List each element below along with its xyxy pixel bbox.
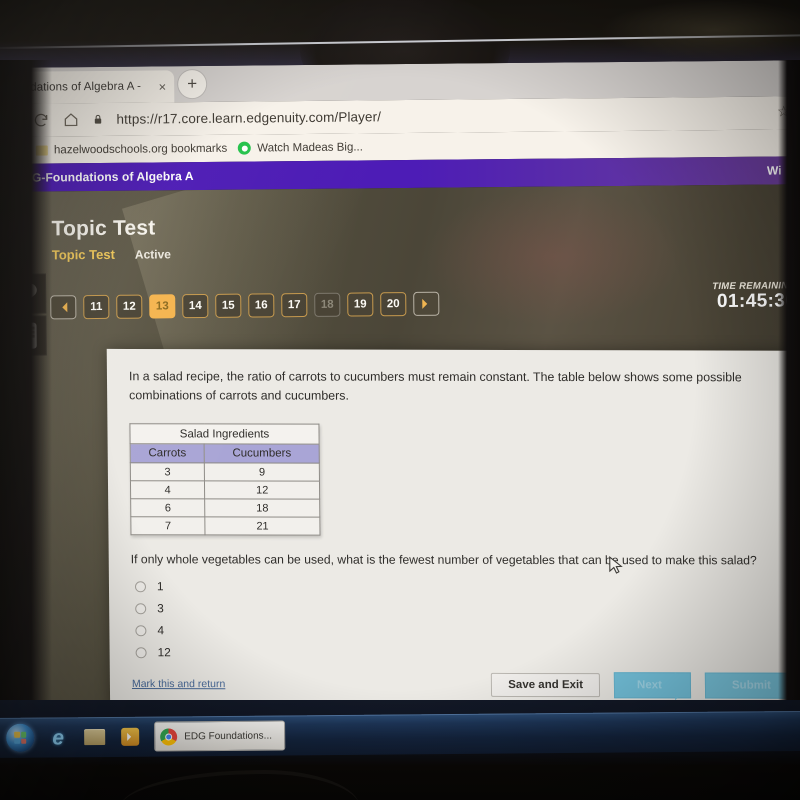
prev-question-button[interactable] [50,295,77,320]
screen-glare-warm [423,185,685,328]
radio-button[interactable] [134,581,147,593]
assignment-subheader: Topic Test Active [51,246,171,263]
column-header-cucumbers: Cucumbers [204,444,320,464]
lock-icon [94,114,102,124]
close-icon[interactable]: × [153,79,167,94]
bookmark-label: hazelwoodschools.org bookmarks [53,142,228,156]
bookmark-label: Watch Madeas Big... [257,140,363,154]
cell-carrots: 3 [130,463,205,482]
radio-button[interactable] [135,647,147,659]
answer-choice-3[interactable]: 4 [131,620,797,643]
table-row: 3 9 [130,463,320,482]
bookmark-item-madea[interactable]: Watch Madeas Big... [238,140,363,155]
answer-label: 4 [157,623,165,638]
question-button-16[interactable]: 16 [248,293,275,318]
monitor-screen: DG-Foundations of Algebra A - × + https:… [0,60,800,708]
question-navigation: 11 12 13 14 15 16 17 18 19 20 [50,291,440,320]
start-orb-icon[interactable] [6,723,35,752]
cell-cucumbers: 18 [204,499,320,518]
answer-choice-2[interactable]: 3 [131,598,797,621]
cell-carrots: 7 [130,517,206,536]
panel-footer: Mark this and return Save and Exit Next … [110,671,800,699]
cell-cucumbers: 9 [204,463,320,482]
answer-label: 1 [156,579,164,594]
next-question-button[interactable] [413,291,440,316]
taskbar-window-chrome[interactable]: EDG Foundations... [154,720,286,752]
taskbar-window-title: EDG Foundations... [184,730,273,742]
table-row: 7 21 [130,517,321,536]
bookmark-item-hazelwood[interactable]: hazelwoodschools.org bookmarks [35,142,228,156]
site-favicon-icon [238,141,252,155]
home-icon[interactable] [62,111,79,128]
radio-button[interactable] [135,603,147,615]
save-and-exit-button[interactable]: Save and Exit [491,672,601,698]
mark-this-and-return-link[interactable]: Mark this and return [132,678,225,690]
radio-button[interactable] [135,625,147,637]
url-text[interactable]: https://r17.core.learn.edgenuity.com/Pla… [116,109,381,127]
photograph-of-monitor: DG-Foundations of Algebra A - × + https:… [0,0,800,800]
cell-cucumbers: 12 [204,481,320,500]
next-button[interactable]: Next [613,672,692,699]
file-explorer-icon[interactable] [82,725,106,749]
chrome-icon [160,727,178,746]
answer-choices: 1 3 4 12 [131,576,798,665]
table-row: 6 18 [130,499,320,518]
question-button-12[interactable]: 12 [116,294,143,319]
table-header-row: Carrots Cucumbers [130,444,320,464]
column-header-carrots: Carrots [130,444,205,464]
salad-ingredients-table: Salad Ingredients Carrots Cucumbers 3 9 … [129,423,321,537]
table-caption-row: Salad Ingredients [129,424,320,445]
screen-reflection-light [600,0,800,60]
question-button-20[interactable]: 20 [380,292,407,317]
table-caption: Salad Ingredients [129,424,320,445]
monitor-bezel-right [778,60,800,740]
table-row: 4 12 [130,481,320,500]
internet-explorer-icon[interactable]: e [46,725,70,749]
question-button-11[interactable]: 11 [83,294,110,320]
answer-choice-4[interactable]: 12 [132,642,798,665]
question-panel: In a salad recipe, the ratio of carrots … [106,348,800,708]
question-button-19[interactable]: 19 [347,292,374,317]
mouse-cursor [609,555,623,574]
cell-carrots: 6 [130,499,206,518]
status-badge: Active [134,246,171,262]
question-prompt: If only whole vegetables can be used, wh… [130,552,757,568]
answer-choice-1[interactable]: 1 [131,576,797,599]
answer-label: 3 [157,601,164,616]
assignment-player: Topic Test Topic Test Active 11 12 13 14… [0,184,800,708]
cell-cucumbers: 21 [205,517,321,536]
question-button-13-current[interactable]: 13 [149,294,176,319]
new-tab-icon[interactable]: + [178,69,207,99]
assignment-name: Topic Test [51,246,115,263]
cell-carrots: 4 [130,481,205,500]
question-stem: In a salad recipe, the ratio of carrots … [128,369,742,403]
question-button-17[interactable]: 17 [281,292,308,318]
page-title: Topic Test [51,216,156,241]
answer-label: 12 [157,645,171,660]
question-button-15[interactable]: 15 [215,293,242,318]
monitor-bezel-left [0,60,52,740]
media-player-icon[interactable] [118,725,142,749]
windows-taskbar: e EDG Foundations... [0,710,800,758]
question-button-14[interactable]: 14 [182,293,209,319]
question-button-18-disabled: 18 [314,292,341,317]
